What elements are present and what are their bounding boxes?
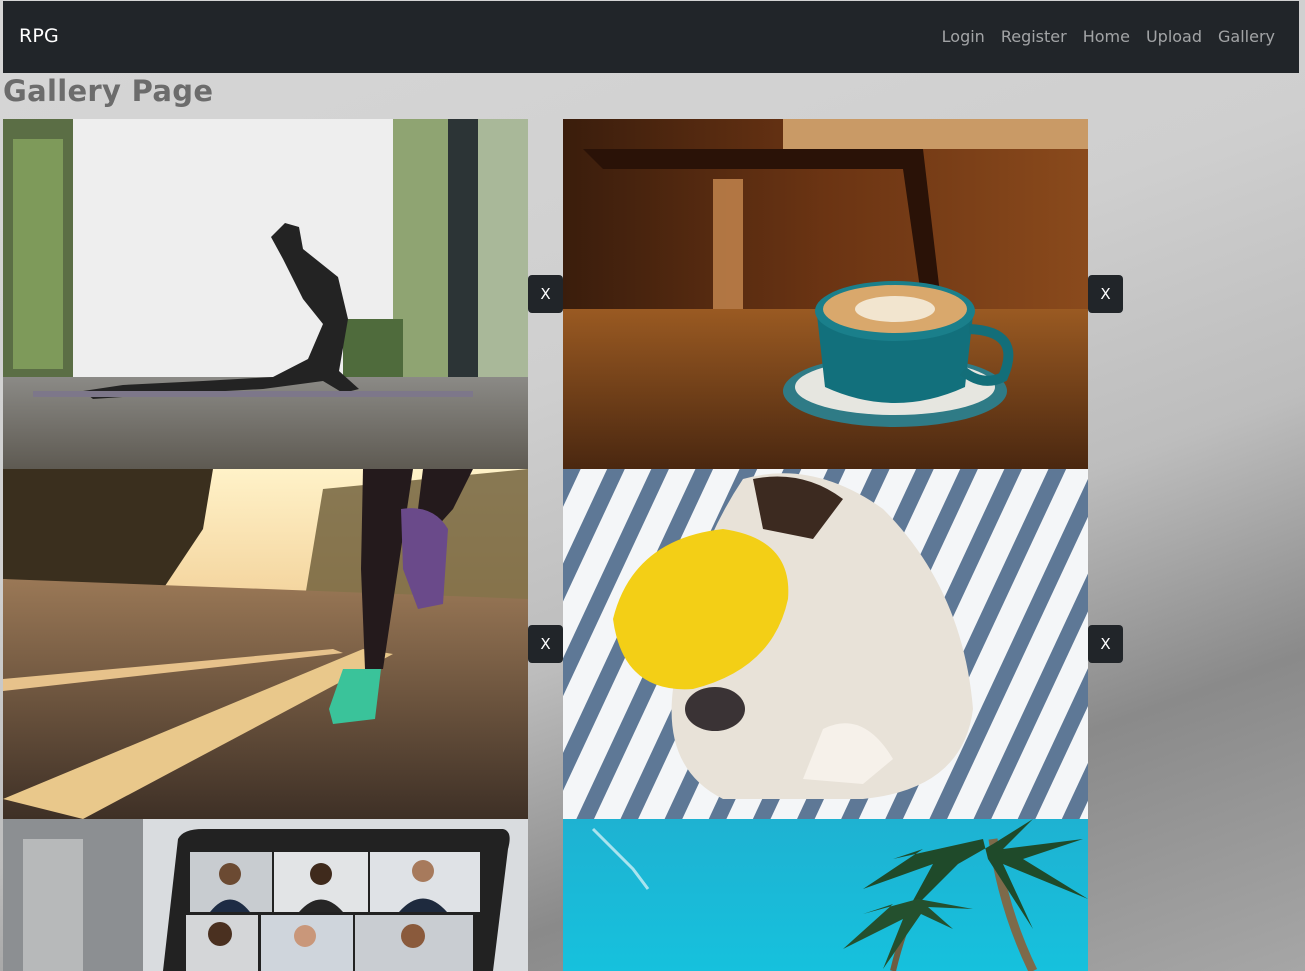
yoga-photo (3, 119, 528, 469)
gallery-image-coffee (563, 119, 1088, 469)
gallery-image-runner (3, 469, 528, 819)
nav-link-gallery[interactable]: Gallery (1218, 27, 1275, 46)
nav-link-login[interactable]: Login (942, 27, 985, 46)
nav-link-register[interactable]: Register (1001, 27, 1067, 46)
gallery-image-video-call (3, 819, 528, 971)
runner-photo (3, 469, 528, 819)
delete-dog-button[interactable]: X (1088, 625, 1123, 663)
delete-runner-button[interactable]: X (528, 625, 563, 663)
nav-link-home[interactable]: Home (1083, 27, 1130, 46)
gallery-image-palm-trees (563, 819, 1088, 971)
gallery-image-dog (563, 469, 1088, 819)
gallery-image-yoga (3, 119, 528, 469)
brand-link[interactable]: RPG (19, 25, 59, 47)
delete-coffee-button[interactable]: X (1088, 275, 1123, 313)
top-navbar: RPG Login Register Home Upload Gallery (3, 1, 1299, 73)
page-title: Gallery Page (3, 74, 214, 108)
palm-trees-photo (563, 819, 1088, 971)
dog-photo (563, 469, 1088, 819)
nav-links: Login Register Home Upload Gallery (942, 27, 1275, 46)
delete-yoga-button[interactable]: X (528, 275, 563, 313)
nav-link-upload[interactable]: Upload (1146, 27, 1202, 46)
coffee-photo (563, 119, 1088, 469)
video-call-photo (3, 819, 528, 971)
